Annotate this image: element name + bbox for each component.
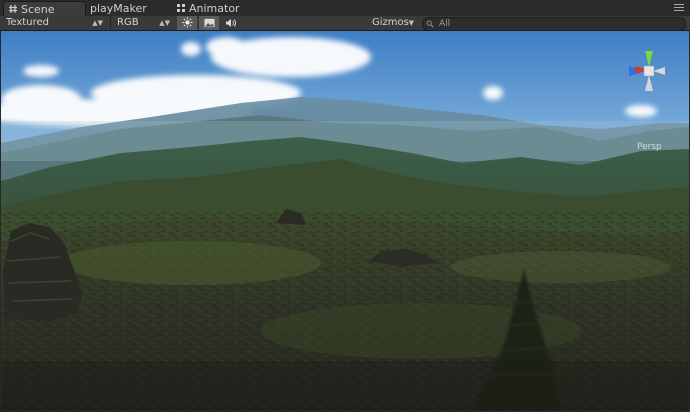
speaker-icon [226,19,236,27]
scene-lighting-toggle[interactable] [177,16,197,30]
render-mode-dropdown[interactable]: Textured ▲▼ [6,16,106,30]
animator-grid-icon [176,2,186,12]
projection-label[interactable]: Persp [637,142,662,152]
scene-effects-toggle[interactable] [199,16,219,30]
tab-animator[interactable]: Animator [176,1,240,16]
dropdown-arrow-icon: ▲▼ [159,19,170,27]
editor-tab-bar: Scene playMaker Animator [0,0,690,17]
tab-playmaker-label: playMaker [90,2,147,15]
gizmos-dropdown[interactable]: Gizmos ▼ [372,16,416,30]
tab-scene-label: Scene [21,3,55,16]
scene-search[interactable] [422,17,686,31]
dropdown-arrow-icon: ▲▼ [92,19,103,27]
terrain-render [1,31,689,411]
scene-toolbar: Textured ▲▼ RGB ▲▼ Gizmos ▼ [0,16,690,31]
scene-audio-toggle[interactable] [221,16,241,30]
tab-scene[interactable]: Scene [3,1,86,17]
image-icon [203,18,215,28]
color-mode-value: RGB [117,17,139,28]
color-mode-dropdown[interactable]: RGB ▲▼ [117,16,173,30]
render-mode-value: Textured [6,17,49,28]
scene-viewport[interactable]: Persp [1,31,689,411]
toolbar-divider [110,17,111,29]
tab-animator-label: Animator [189,2,240,15]
search-input[interactable] [439,18,679,30]
search-icon [426,20,434,28]
dropdown-arrow-icon: ▼ [408,19,414,27]
hash-icon [8,3,18,13]
panel-menu-icon[interactable] [674,4,684,12]
gizmos-label: Gizmos [372,17,409,28]
sun-icon [181,17,193,28]
tab-playmaker[interactable]: playMaker [90,1,147,16]
